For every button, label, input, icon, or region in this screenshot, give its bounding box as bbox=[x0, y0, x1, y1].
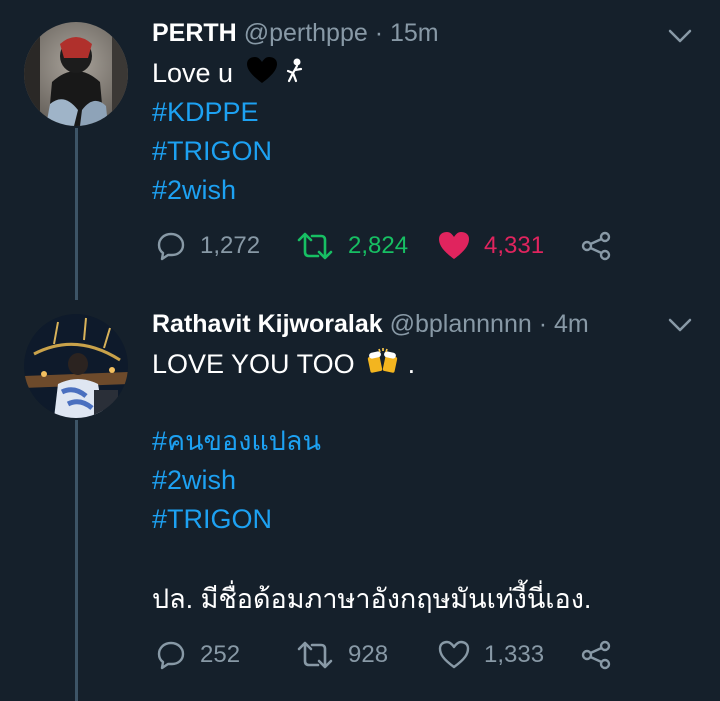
hashtag[interactable]: #คนของแปลน bbox=[152, 424, 321, 458]
thread-line bbox=[75, 128, 78, 300]
author-name[interactable]: Rathavit Kijworalak bbox=[152, 310, 383, 338]
retweet-count: 928 bbox=[348, 641, 389, 668]
author-name[interactable]: PERTH bbox=[152, 19, 237, 47]
hashtag[interactable]: #KDPPE bbox=[152, 95, 259, 129]
retweet-count: 2,824 bbox=[348, 232, 409, 259]
share-icon bbox=[580, 231, 612, 261]
retweet-button[interactable]: 928 bbox=[296, 638, 388, 672]
tweet-header: PERTH @perthppe · 15m bbox=[152, 18, 439, 48]
tweet-text: LOVE YOU TOO . bbox=[152, 346, 415, 386]
heart-icon bbox=[438, 231, 470, 261]
hashtag[interactable]: #2wish bbox=[152, 463, 236, 497]
heart-outline-icon bbox=[438, 640, 470, 670]
hashtag[interactable]: #2wish bbox=[152, 173, 236, 207]
author-handle[interactable]: @bplannnnn bbox=[390, 310, 532, 338]
chevron-down-icon[interactable] bbox=[666, 26, 694, 46]
timeline: PERTH @perthppe · 15m Love u #KDPPE #TRI… bbox=[0, 0, 720, 701]
reply-count: 1,272 bbox=[200, 232, 261, 259]
retweet-icon bbox=[296, 231, 334, 261]
beer-mugs-icon bbox=[366, 346, 400, 386]
reply-button[interactable]: 252 bbox=[156, 638, 240, 672]
share-button[interactable] bbox=[580, 229, 612, 263]
tweet-header: Rathavit Kijworalak @bplannnnn · 4m bbox=[152, 309, 589, 339]
separator: · bbox=[374, 19, 384, 47]
reply-icon bbox=[156, 640, 186, 670]
separator: · bbox=[538, 310, 548, 338]
timestamp[interactable]: 15m bbox=[390, 19, 439, 47]
share-button[interactable] bbox=[580, 638, 612, 672]
tweet-text-suffix: . bbox=[407, 349, 416, 380]
retweet-icon bbox=[296, 640, 334, 670]
like-button[interactable]: 4,331 bbox=[438, 229, 544, 263]
like-count: 1,333 bbox=[484, 641, 545, 668]
hashtag[interactable]: #TRIGON bbox=[152, 134, 272, 168]
thread-line bbox=[75, 420, 78, 701]
tweet-text-prefix: LOVE YOU TOO bbox=[152, 349, 355, 380]
tweet-text-prefix: Love u bbox=[152, 58, 234, 88]
avatar[interactable] bbox=[24, 22, 128, 126]
like-count: 4,331 bbox=[484, 232, 545, 259]
retweet-button[interactable]: 2,824 bbox=[296, 229, 408, 263]
share-icon bbox=[580, 640, 612, 670]
reply-button[interactable]: 1,272 bbox=[156, 229, 260, 263]
reply-icon bbox=[156, 231, 186, 261]
chevron-down-icon[interactable] bbox=[666, 315, 694, 335]
black-heart-icon bbox=[246, 56, 277, 93]
tweet-text: Love u bbox=[152, 56, 306, 93]
reply-count: 252 bbox=[200, 641, 241, 668]
author-handle[interactable]: @perthppe bbox=[244, 19, 368, 47]
dancer-icon bbox=[284, 57, 306, 93]
hashtag[interactable]: #TRIGON bbox=[152, 502, 272, 536]
timestamp[interactable]: 4m bbox=[554, 310, 589, 338]
tweet-footer-text: ปล. มีชื่อด้อมภาษาอังกฤษมันเท่งี้นี่เอง. bbox=[152, 584, 592, 614]
avatar[interactable] bbox=[24, 314, 128, 418]
like-button[interactable]: 1,333 bbox=[438, 638, 544, 672]
